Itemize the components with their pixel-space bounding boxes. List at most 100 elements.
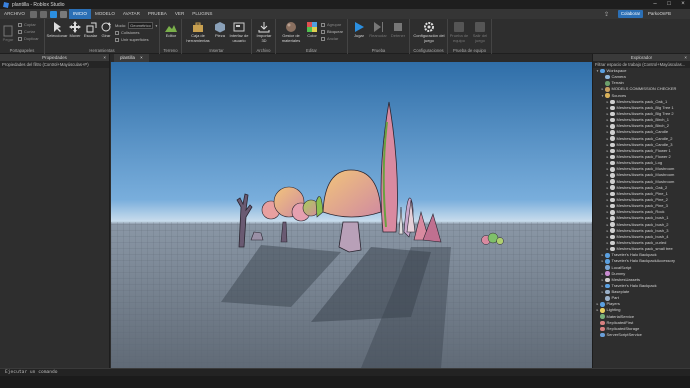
- game-settings-button[interactable]: Configuración del juego: [412, 21, 446, 43]
- tab-plantilla[interactable]: plantilla ×: [114, 54, 149, 62]
- tab-avatar[interactable]: AVATAR: [119, 9, 144, 19]
- command-bar-input[interactable]: Ejecutar un comando: [0, 368, 690, 376]
- duplicate-icon: [18, 36, 22, 41]
- 3d-viewport[interactable]: [111, 62, 592, 368]
- instance-icon: [605, 296, 610, 301]
- instance-icon: [610, 99, 615, 105]
- tab-inicio[interactable]: INICIO: [68, 9, 91, 19]
- group-button[interactable]: Agrupar: [321, 22, 341, 27]
- group-label: Prueba de equipo: [452, 48, 487, 53]
- paste-button[interactable]: Pegar: [2, 25, 14, 43]
- maximize-icon[interactable]: □: [662, 0, 676, 9]
- cursor-icon: [54, 22, 61, 32]
- exit-icon: [475, 22, 485, 32]
- tab-prueba[interactable]: PRUEBA: [144, 9, 171, 19]
- tab-ver[interactable]: VER: [171, 9, 188, 19]
- instance-icon: [600, 314, 605, 319]
- instance-icon: [610, 197, 615, 203]
- user-name[interactable]: ParkoOnFB: [648, 9, 671, 19]
- move-arrows-icon: [69, 21, 81, 33]
- close-tab-icon[interactable]: ×: [140, 55, 143, 60]
- instance-icon: [605, 277, 610, 283]
- import-3d-button[interactable]: Importar 3D: [254, 21, 274, 43]
- copy-button[interactable]: Copiar: [18, 22, 36, 27]
- scale-button[interactable]: Escalar: [83, 21, 98, 39]
- instance-icon: [610, 148, 615, 154]
- insert-group: Caja de herramientas Pieza Interfaz de u…: [182, 19, 252, 54]
- settings-group: Configuración del juego Configuraciones: [410, 19, 448, 54]
- join-surfaces-toggle[interactable]: Unir superficies: [115, 37, 149, 42]
- close-icon[interactable]: ×: [676, 0, 690, 9]
- toolbox-button[interactable]: Caja de herramientas: [183, 21, 213, 43]
- instance-icon: [610, 142, 615, 147]
- stop-button[interactable]: Detener: [388, 21, 408, 39]
- exit-game-button[interactable]: Salir del juego: [470, 21, 490, 43]
- color-button[interactable]: Color: [305, 21, 319, 39]
- explorer-tree: ▾ Workspace Camera Terrain ▸ MODELS COMMISSIO…: [593, 68, 690, 338]
- menu-bar: ARCHIVO INICIO MODELO AVATAR PRUEBA VER …: [0, 9, 690, 19]
- menu-archivo[interactable]: ARCHIVO: [0, 9, 29, 19]
- anchor-icon: [321, 36, 325, 41]
- instance-icon: [610, 111, 615, 117]
- collaborate-button[interactable]: Colaborar: [618, 10, 643, 18]
- part-button[interactable]: Pieza: [213, 21, 227, 39]
- file-group: Importar 3D Archivo: [252, 19, 276, 54]
- cut-button[interactable]: Cortar: [18, 29, 35, 34]
- instance-icon: [605, 259, 610, 264]
- instance-icon: [600, 326, 605, 332]
- instance-icon: [610, 173, 615, 178]
- group-label: Archivo: [256, 48, 271, 53]
- tab-plugins[interactable]: PLUGINS: [188, 9, 216, 19]
- instance-icon: [605, 289, 610, 295]
- play-button[interactable]: Jugar: [350, 21, 368, 39]
- instance-icon: [610, 124, 615, 129]
- resume-button[interactable]: Reanudar: [368, 21, 388, 39]
- explorer-item[interactable]: ServerScriptService: [593, 332, 690, 338]
- move-button[interactable]: Mover: [68, 21, 82, 39]
- group-label: Configuraciones: [413, 48, 444, 53]
- instance-icon: [610, 228, 615, 233]
- instance-icon: [610, 105, 615, 111]
- instance-icon: [610, 179, 615, 184]
- ui-button[interactable]: Interfaz de usuario: [228, 21, 250, 43]
- collisions-toggle[interactable]: Colisiones: [115, 30, 139, 35]
- title-bar: plantilla - Roblox Studio – □ ×: [0, 0, 690, 9]
- terrain-group: Editor Terreno: [160, 19, 182, 54]
- terrain-editor-button[interactable]: Editor: [162, 21, 180, 39]
- group-label: Portapapeles: [9, 48, 35, 53]
- duplicate-button[interactable]: Duplicar: [18, 36, 39, 41]
- terrain-icon: [165, 25, 177, 32]
- team-test-button[interactable]: Prueba de equipo: [449, 21, 469, 43]
- undo-icon[interactable]: [30, 10, 38, 18]
- roblox-studio-logo-icon: [3, 1, 9, 8]
- chevron-down-icon: ▼: [154, 23, 158, 28]
- mode-select[interactable]: Modo: Geométrico ▼: [115, 22, 158, 29]
- rotate-icon: [101, 22, 111, 32]
- clipboard-icon: [3, 25, 13, 37]
- close-icon[interactable]: ×: [103, 54, 106, 61]
- instance-icon: [600, 68, 605, 74]
- material-manager-button[interactable]: Gestor de materiales: [278, 21, 304, 43]
- mode-dropdown[interactable]: Geométrico: [128, 22, 153, 29]
- lock-button[interactable]: Bloquear: [321, 29, 343, 34]
- cube-icon: [215, 22, 225, 33]
- anchor-button[interactable]: Anclar: [321, 36, 338, 41]
- group-label: Insertar: [209, 48, 224, 53]
- share-icon[interactable]: ⇪: [604, 11, 609, 18]
- team-test-group: Prueba de equipo Salir del juego Prueba …: [448, 19, 492, 54]
- instance-icon: [610, 117, 615, 123]
- explorer-filter-input[interactable]: Filtrar espacio de trabajo (Control+Mayú…: [593, 61, 690, 68]
- redo-icon[interactable]: [40, 10, 48, 18]
- minimize-icon[interactable]: –: [648, 0, 662, 9]
- instance-icon: [600, 332, 605, 338]
- clipboard-group: Pegar Copiar Cortar Duplicar Portapapele…: [0, 19, 45, 54]
- play-quick-icon[interactable]: [50, 10, 58, 18]
- settings-quick-icon[interactable]: [60, 10, 68, 18]
- select-button[interactable]: Seleccionar: [46, 21, 68, 39]
- instance-icon: [610, 185, 615, 190]
- rotate-button[interactable]: Girar: [99, 21, 113, 39]
- tab-modelo[interactable]: MODELO: [91, 9, 119, 19]
- close-icon[interactable]: ×: [684, 54, 687, 61]
- properties-filter-input[interactable]: Propiedades del filtro (Control+Mayúscul…: [0, 61, 109, 68]
- instance-icon: [605, 87, 610, 92]
